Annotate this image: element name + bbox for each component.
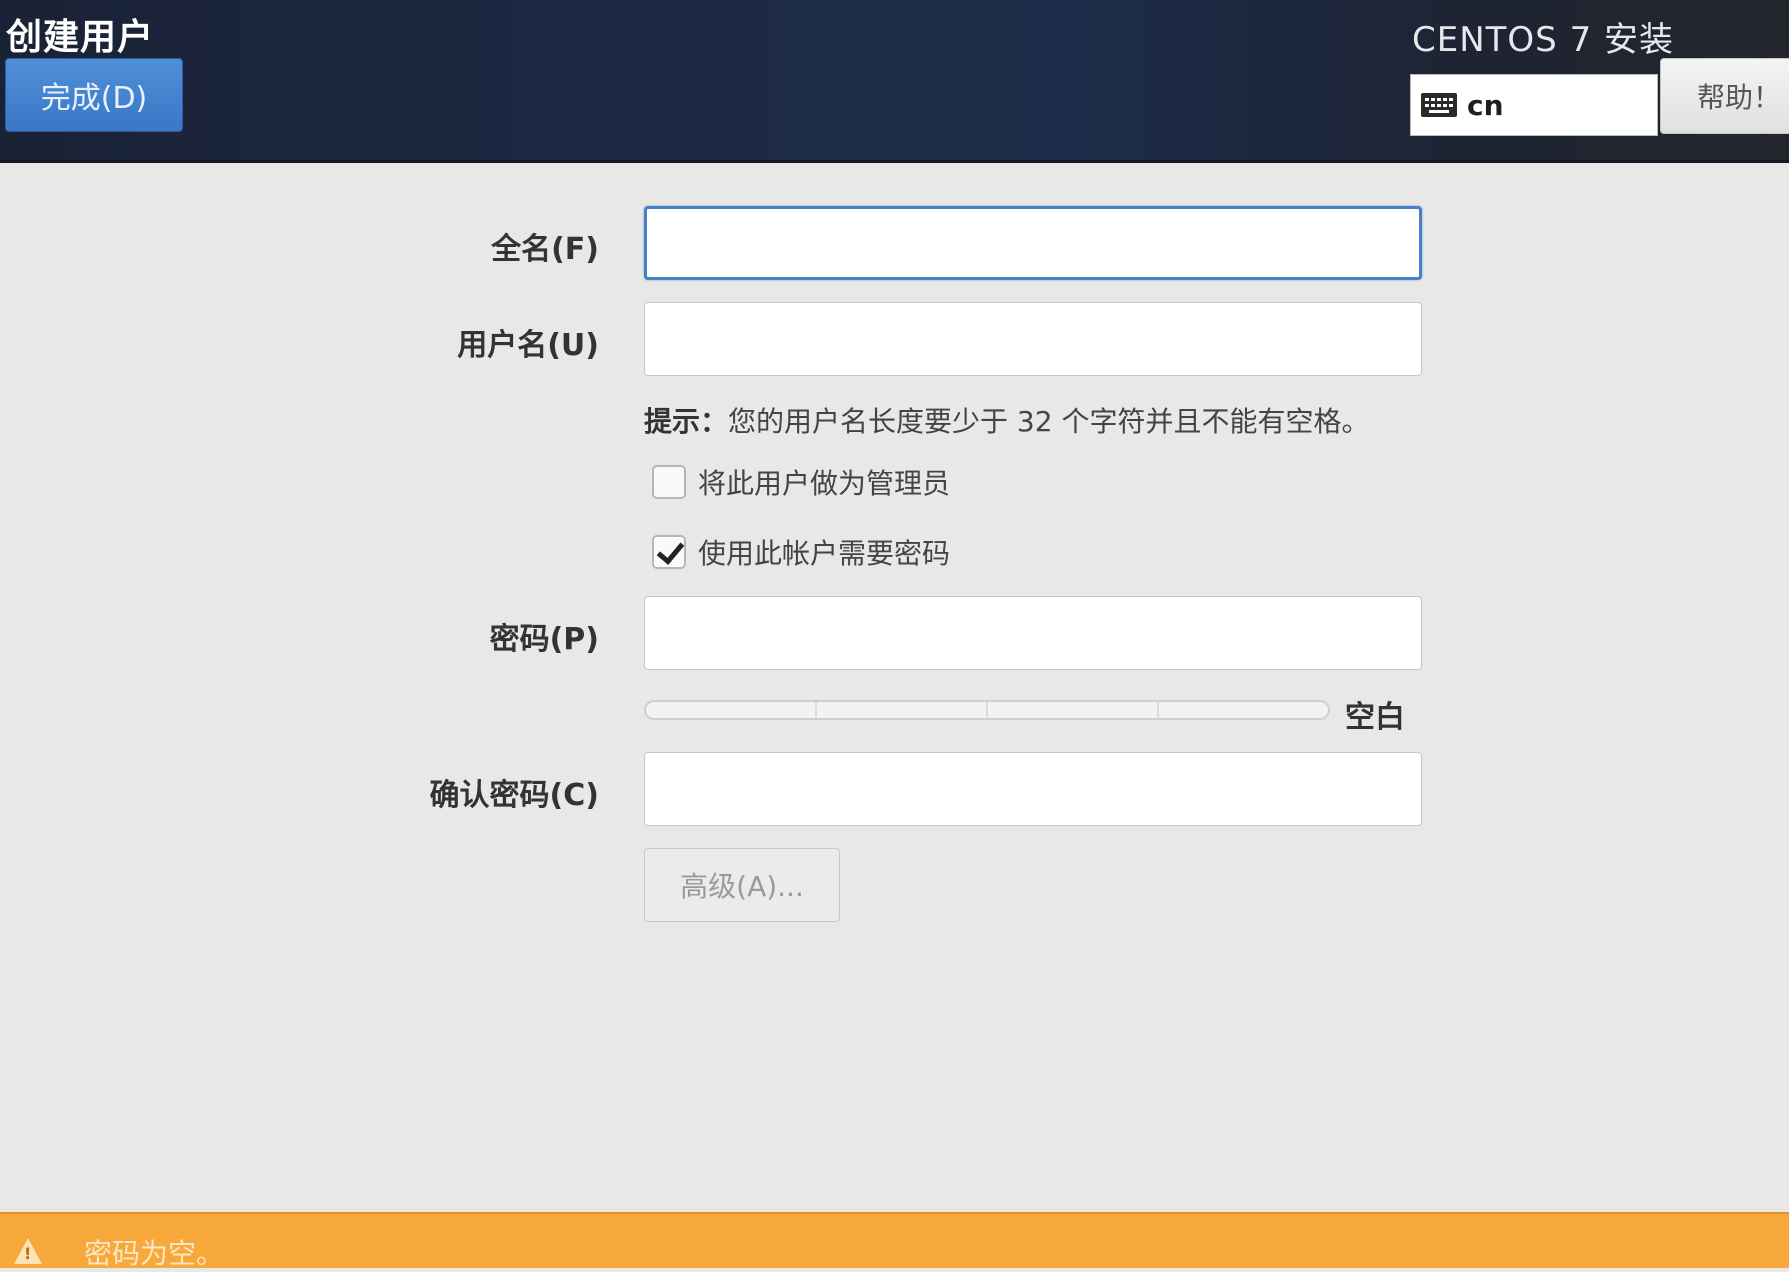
hint-prefix: 提示： [644,405,729,438]
username-hint: 提示：您的用户名长度要少于 32 个字符并且不能有空格。 [644,400,1369,440]
help-button[interactable]: 帮助！ [1660,58,1789,134]
warning-icon: ! [14,1238,42,1264]
advanced-button[interactable]: 高级(A)... [644,848,840,922]
require-password-label: 使用此帐户需要密码 [698,537,951,570]
require-password-checkbox[interactable] [652,535,686,569]
confirm-password-input[interactable] [644,752,1422,826]
keyboard-layout-indicator[interactable]: cn [1410,74,1658,136]
password-input[interactable] [644,596,1422,670]
username-label: 用户名(U) [457,328,599,363]
done-button[interactable]: 完成(D) [5,58,183,132]
fullname-label: 全名(F) [491,232,599,267]
admin-checkbox-row[interactable]: 将此用户做为管理员 [652,462,950,502]
password-strength-bar [644,700,1330,720]
keyboard-icon [1421,93,1457,117]
strength-segment [1159,702,1328,718]
warning-text: 密码为空。 [84,1237,225,1270]
username-input[interactable] [644,302,1422,376]
warning-bar[interactable]: ! 密码为空。 [0,1212,1789,1270]
strength-segment [988,702,1159,718]
page-title: 创建用户 [6,17,155,58]
header-bar: 创建用户 完成(D) CENTOS 7 安装 cn 帮助！ [0,0,1789,163]
require-password-checkbox-row[interactable]: 使用此帐户需要密码 [652,532,950,572]
hint-body: 您的用户名长度要少于 32 个字符并且不能有空格。 [728,405,1370,438]
password-strength-label: 空白 [1345,700,1405,735]
password-label: 密码(P) [489,622,599,657]
admin-checkbox[interactable] [652,465,686,499]
strength-segment [817,702,988,718]
fullname-input[interactable] [644,206,1422,280]
strength-segment [646,702,817,718]
admin-checkbox-label: 将此用户做为管理员 [698,467,951,500]
keyboard-layout-label: cn [1467,88,1504,122]
product-title: CENTOS 7 安装 [1412,20,1675,60]
confirm-password-label: 确认密码(C) [429,778,599,813]
